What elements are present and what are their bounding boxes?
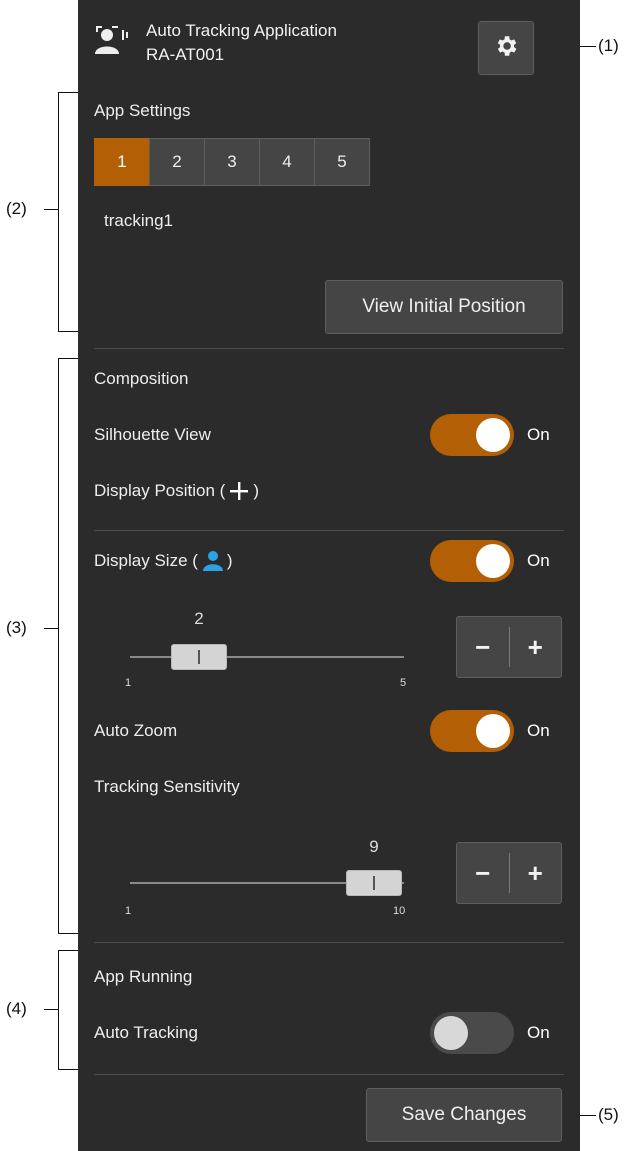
- app-running-title: App Running: [94, 967, 193, 986]
- tab-preset-4[interactable]: 4: [259, 138, 315, 186]
- tracking-sensitivity-label: Tracking Sensitivity: [94, 777, 240, 796]
- toggle-knob: [476, 418, 510, 452]
- display-size-label-suffix: ): [226, 551, 233, 570]
- callout-label-3: (3): [6, 618, 27, 637]
- display-size-slider-min: 1: [125, 677, 132, 689]
- auto-zoom-state: On: [527, 721, 550, 740]
- tracking-sensitivity-slider-value: 9: [369, 837, 379, 856]
- composition-title: Composition: [94, 369, 189, 388]
- divider: [94, 942, 564, 943]
- tab-preset-5[interactable]: 5: [314, 138, 370, 186]
- display-size-label: Display Size ( ): [94, 550, 233, 572]
- plus-icon: +: [527, 857, 543, 888]
- display-size-stepper: − +: [456, 616, 562, 678]
- decrement-button[interactable]: −: [457, 617, 509, 677]
- app-name: Auto Tracking Application: [146, 21, 337, 40]
- tab-preset-3[interactable]: 3: [204, 138, 260, 186]
- auto-tracking-panel: Auto Tracking Application RA-AT001 App S…: [78, 0, 580, 1151]
- person-tracking-icon: [92, 22, 132, 62]
- toggle-knob: [476, 714, 510, 748]
- tracking-sensitivity-slider-max: 10: [393, 905, 406, 917]
- person-silhouette-icon: [202, 550, 224, 572]
- callout-label-2: (2): [6, 199, 27, 218]
- minus-icon: −: [475, 857, 491, 888]
- silhouette-view-toggle[interactable]: [430, 414, 514, 456]
- view-initial-position-button[interactable]: View Initial Position: [325, 280, 563, 334]
- tracking-sensitivity-stepper: − +: [456, 842, 562, 904]
- tab-preset-1[interactable]: 1: [94, 138, 150, 186]
- tracking-sensitivity-slider-handle[interactable]: [346, 870, 402, 896]
- auto-zoom-label: Auto Zoom: [94, 721, 178, 740]
- app-model: RA-AT001: [146, 45, 225, 64]
- slider-grip: [373, 876, 375, 890]
- callout-label-4: (4): [6, 999, 27, 1018]
- display-position-label-prefix: Display Position (: [94, 481, 226, 500]
- preset-tabs: 1 2 3 4 5: [94, 138, 370, 186]
- increment-button[interactable]: +: [510, 617, 562, 677]
- divider: [94, 530, 564, 531]
- display-position-label-suffix: ): [253, 481, 259, 500]
- callout-line-2: [44, 209, 58, 210]
- divider: [94, 1074, 564, 1075]
- minus-icon: −: [475, 631, 491, 662]
- silhouette-view-state: On: [527, 425, 550, 444]
- callout-line-3: [44, 628, 58, 629]
- divider: [94, 348, 564, 349]
- tab-preset-2[interactable]: 2: [149, 138, 205, 186]
- callout-line-4: [44, 1009, 58, 1010]
- display-size-slider-handle[interactable]: [171, 644, 227, 670]
- save-changes-button[interactable]: Save Changes: [366, 1088, 562, 1142]
- preset-name: tracking1: [104, 211, 173, 230]
- page: (2) (3) (4) (1) (5) Auto Tracking Applic…: [0, 0, 642, 1151]
- display-size-toggle[interactable]: [430, 540, 514, 582]
- toggle-knob: [476, 544, 510, 578]
- gear-icon: [493, 33, 519, 64]
- slider-grip: [198, 650, 200, 664]
- app-settings-title: App Settings: [94, 101, 191, 120]
- silhouette-view-label: Silhouette View: [94, 425, 211, 444]
- plus-icon: +: [527, 631, 543, 662]
- auto-tracking-toggle[interactable]: [430, 1012, 514, 1054]
- display-size-slider-max: 5: [400, 677, 407, 689]
- callout-label-1: (1): [598, 36, 619, 55]
- display-position-label: Display Position ( ): [94, 480, 259, 502]
- tracking-sensitivity-slider-min: 1: [125, 905, 132, 917]
- increment-button[interactable]: +: [510, 843, 562, 903]
- callout-label-5: (5): [598, 1105, 619, 1124]
- display-size-state: On: [527, 551, 550, 570]
- decrement-button[interactable]: −: [457, 843, 509, 903]
- auto-tracking-state: On: [527, 1023, 550, 1042]
- crosshair-plus-icon: [229, 481, 249, 501]
- toggle-knob: [434, 1016, 468, 1050]
- auto-tracking-label: Auto Tracking: [94, 1023, 198, 1042]
- display-size-slider-value: 2: [194, 609, 204, 628]
- auto-zoom-toggle[interactable]: [430, 710, 514, 752]
- settings-button[interactable]: [478, 21, 534, 75]
- display-size-label-prefix: Display Size (: [94, 551, 198, 570]
